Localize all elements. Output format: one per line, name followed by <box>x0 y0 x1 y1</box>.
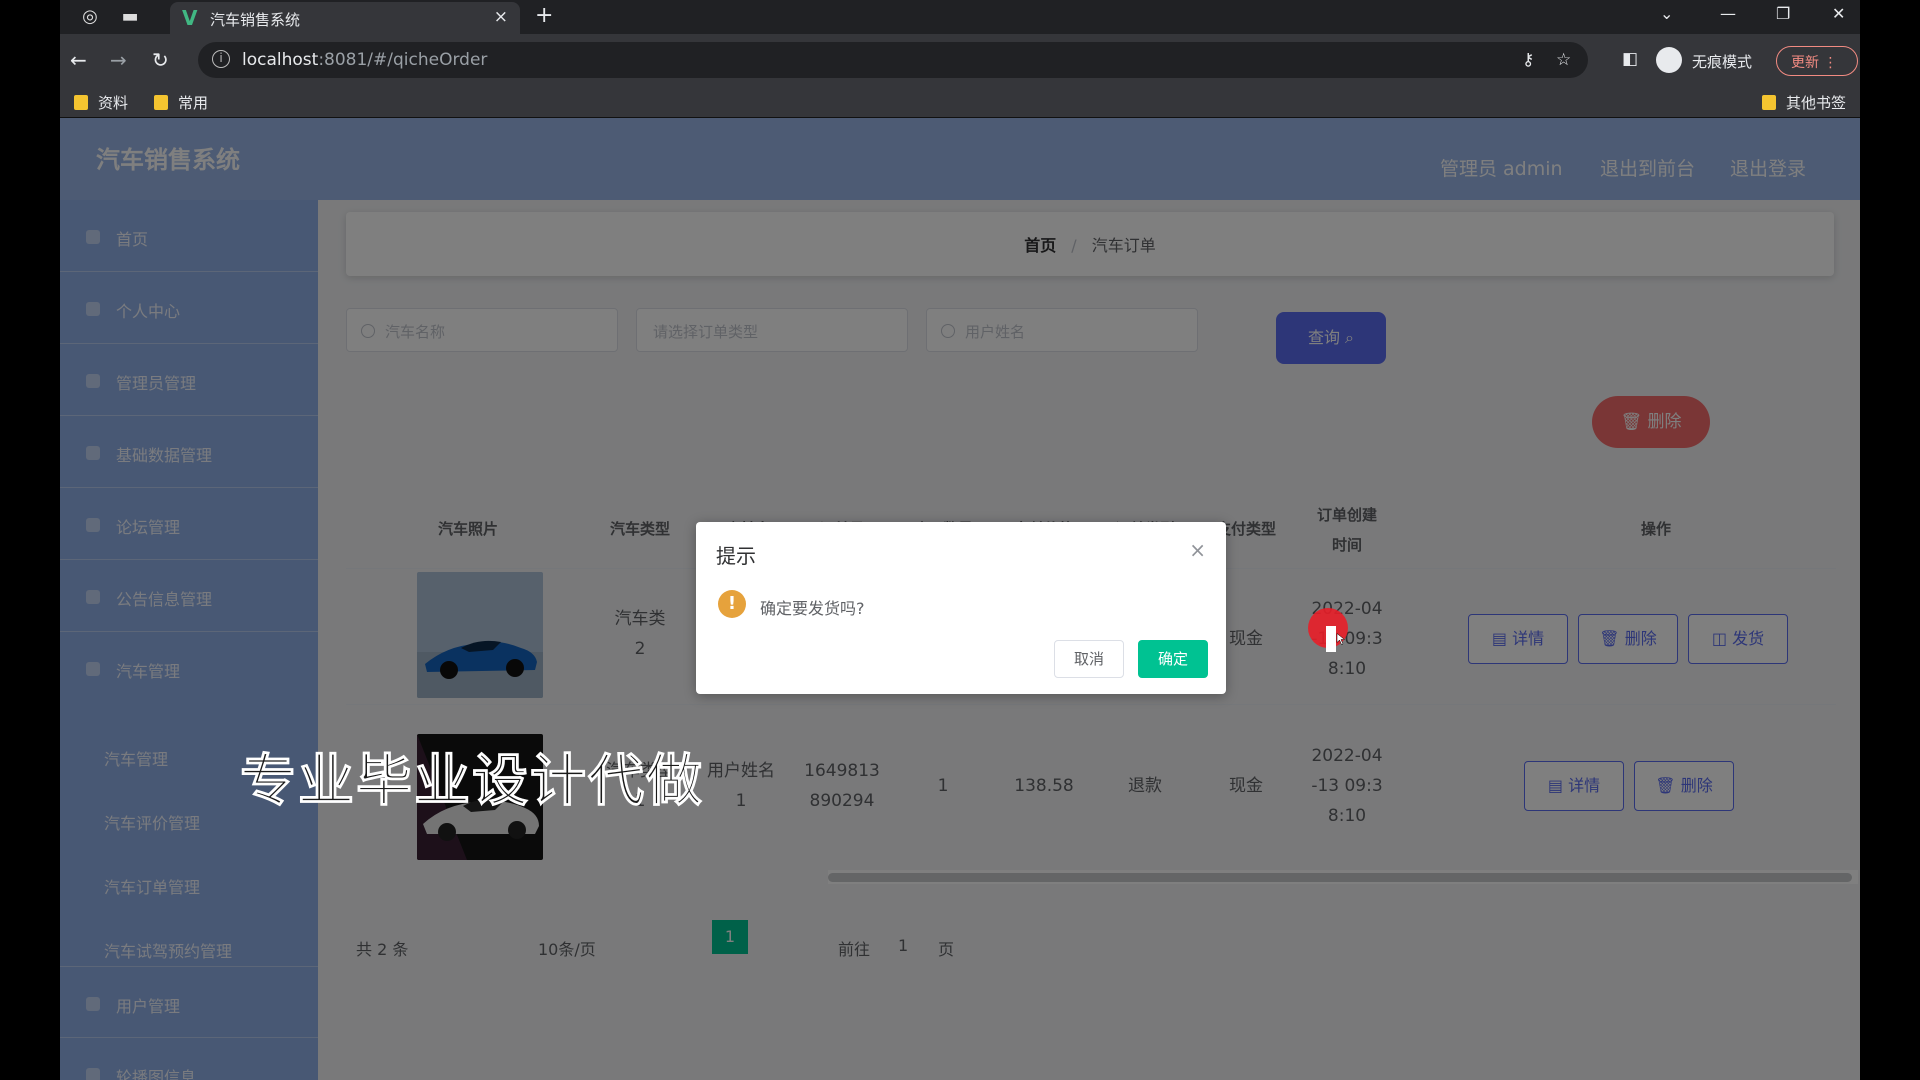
dialog-message: 确定要发货吗? <box>760 599 865 618</box>
bookmarks-bar: 资料 常用 其他书签 <box>60 86 1860 118</box>
mouse-cursor-icon <box>1326 626 1346 652</box>
folder-icon <box>74 95 88 110</box>
folder-icon <box>154 95 168 110</box>
bookmark-folder-1[interactable]: 资料 <box>74 92 128 113</box>
globe-icon[interactable]: ◎ <box>78 5 102 29</box>
url-host: localhost <box>242 50 319 70</box>
update-label: 更新 <box>1791 55 1819 71</box>
url-path: :8081/#/qicheOrder <box>318 50 488 70</box>
other-bookmarks-label: 其他书签 <box>1786 94 1847 112</box>
new-tab-button[interactable]: + <box>535 3 553 28</box>
bookmark-folder-2[interactable]: 常用 <box>154 92 208 113</box>
window-icon[interactable]: ▬ <box>118 5 142 29</box>
incognito-label[interactable]: 无痕模式 <box>1692 51 1752 72</box>
confirm-button[interactable]: 确定 <box>1138 640 1208 678</box>
key-icon[interactable]: ⚷ <box>1522 50 1534 70</box>
address-bar[interactable]: i localhost:8081/#/qicheOrder ⚷ ☆ <box>198 42 1588 78</box>
star-icon[interactable]: ☆ <box>1556 50 1571 70</box>
incognito-avatar-icon[interactable] <box>1656 47 1682 73</box>
cancel-button[interactable]: 取消 <box>1054 640 1124 678</box>
back-icon[interactable]: ← <box>70 48 87 72</box>
sidepanel-icon[interactable]: ◧ <box>1622 49 1638 69</box>
site-info-icon[interactable]: i <box>212 50 230 68</box>
other-bookmarks[interactable]: 其他书签 <box>1762 92 1846 113</box>
tab-search-icon[interactable]: ⌄ <box>1660 4 1673 23</box>
browser-tab[interactable]: V 汽车销售系统 × <box>170 2 520 34</box>
dialog-title: 提示 <box>716 544 756 568</box>
screen: ◎ ▬ V 汽车销售系统 × + ⌄ — ❐ ✕ ← → ↻ i localho… <box>60 0 1860 1080</box>
update-button[interactable]: 更新 ⋮ <box>1776 46 1858 76</box>
tab-title: 汽车销售系统 <box>210 11 301 29</box>
warning-icon: ! <box>718 590 746 618</box>
browser-toolbar: ← → ↻ i localhost:8081/#/qicheOrder ⚷ ☆ … <box>60 34 1860 86</box>
folder-icon <box>1762 95 1776 110</box>
bookmark-label: 资料 <box>98 94 129 112</box>
restore-icon[interactable]: ❐ <box>1776 4 1790 23</box>
minimize-icon[interactable]: — <box>1720 4 1736 23</box>
bookmark-label: 常用 <box>178 94 209 112</box>
forward-icon[interactable]: → <box>110 48 127 72</box>
browser-tabbar: ◎ ▬ V 汽车销售系统 × + ⌄ — ❐ ✕ <box>60 0 1860 34</box>
close-window-icon[interactable]: ✕ <box>1832 4 1845 23</box>
confirm-dialog: 提示 × ! 确定要发货吗? 取消 确定 <box>696 522 1226 694</box>
url-text[interactable]: localhost:8081/#/qicheOrder <box>242 50 487 70</box>
reload-icon[interactable]: ↻ <box>152 48 169 72</box>
vue-icon: V <box>182 6 198 30</box>
tab-close-icon[interactable]: × <box>494 7 508 27</box>
watermark-text: 专业毕业设计代做 <box>240 749 704 815</box>
dialog-close-icon[interactable]: × <box>1189 538 1206 562</box>
